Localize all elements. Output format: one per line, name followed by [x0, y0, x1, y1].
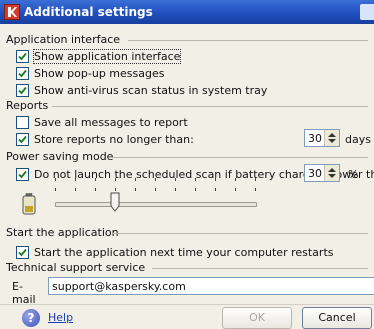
stepper-arrows[interactable] [324, 165, 339, 181]
percent-unit-label: % [348, 168, 359, 181]
slider-tick [195, 188, 196, 191]
slider-tick [135, 188, 136, 191]
slider-tick [95, 188, 96, 191]
battery-scan-checkbox[interactable] [16, 168, 29, 181]
email-label: E-mail [12, 280, 36, 306]
section-start-application: Start the application [6, 226, 368, 240]
check-icon [18, 135, 27, 144]
arrow-down-icon[interactable] [328, 174, 336, 178]
save-all-messages-checkbox[interactable] [16, 116, 29, 129]
section-divider [112, 233, 368, 234]
check-icon [18, 248, 27, 257]
option-label: Start the application next time your com… [34, 246, 334, 259]
start-next-time-checkbox[interactable] [16, 246, 29, 259]
slider-tick [55, 188, 56, 191]
slider-tick [115, 178, 116, 181]
slider-tick [115, 188, 116, 191]
help-icon[interactable]: ? [22, 309, 40, 327]
show-interface-checkbox[interactable] [16, 50, 29, 63]
slider-tick [75, 178, 76, 181]
slider-tick [255, 188, 256, 191]
section-technical-support: Technical support service [6, 261, 368, 275]
slider-tick [95, 178, 96, 181]
slider-tick [155, 188, 156, 191]
cancel-button[interactable]: Cancel [302, 307, 372, 329]
slider-tick [135, 178, 136, 181]
section-divider [128, 40, 368, 41]
email-field[interactable]: support@kaspersky.com [48, 277, 374, 295]
show-av-status-checkbox[interactable] [16, 84, 29, 97]
store-reports-checkbox[interactable] [16, 133, 29, 146]
slider-tick [175, 178, 176, 181]
section-divider [110, 157, 368, 158]
section-power-saving: Power saving mode [6, 150, 368, 164]
ok-button[interactable]: OK [222, 307, 292, 329]
slider-tick [235, 178, 236, 181]
slider-tick [55, 178, 56, 181]
stepper-value: 30 [308, 167, 322, 180]
slider-tick [195, 178, 196, 181]
section-reports: Reports [6, 99, 368, 113]
slider-tick [235, 188, 236, 191]
option-label: Store reports no longer than: [34, 133, 194, 146]
battery-slider-track[interactable] [55, 202, 257, 207]
days-unit-label: days [345, 133, 371, 146]
help-link[interactable]: Help [48, 311, 73, 324]
stepper-arrows[interactable] [324, 130, 339, 146]
slider-tick [215, 188, 216, 191]
option-label: Show pop-up messages [34, 67, 165, 80]
option-label: Show application interface [32, 49, 182, 64]
kaspersky-app-icon [4, 4, 20, 20]
section-divider [52, 106, 368, 107]
arrow-up-icon[interactable] [328, 133, 336, 137]
show-popups-checkbox[interactable] [16, 67, 29, 80]
stepper-value: 30 [308, 132, 322, 145]
window-title: Additional settings [24, 5, 153, 19]
option-label: Save all messages to report [34, 116, 188, 129]
option-label: Show anti-virus scan status in system tr… [34, 84, 268, 97]
check-icon [18, 52, 27, 61]
dialog-footer: ? Help OK Cancel [0, 304, 374, 329]
close-button[interactable] [360, 4, 374, 20]
title-bar: Additional settings [0, 0, 374, 24]
slider-tick [255, 178, 256, 181]
section-application-interface: Application interface [6, 33, 368, 47]
slider-tick [75, 188, 76, 191]
slider-tick [175, 188, 176, 191]
check-icon [18, 69, 27, 78]
check-icon [18, 86, 27, 95]
battery-slider-thumb[interactable] [110, 192, 120, 212]
section-divider [152, 268, 368, 269]
slider-tick [155, 178, 156, 181]
settings-panel: Application interface Show application i… [0, 24, 374, 306]
arrow-down-icon[interactable] [328, 139, 336, 143]
battery-icon [22, 193, 36, 215]
slider-tick [215, 178, 216, 181]
arrow-up-icon[interactable] [328, 168, 336, 172]
reports-days-stepper[interactable]: 30 [304, 129, 340, 147]
check-icon [18, 170, 27, 179]
battery-threshold-stepper[interactable]: 30 [304, 164, 340, 182]
